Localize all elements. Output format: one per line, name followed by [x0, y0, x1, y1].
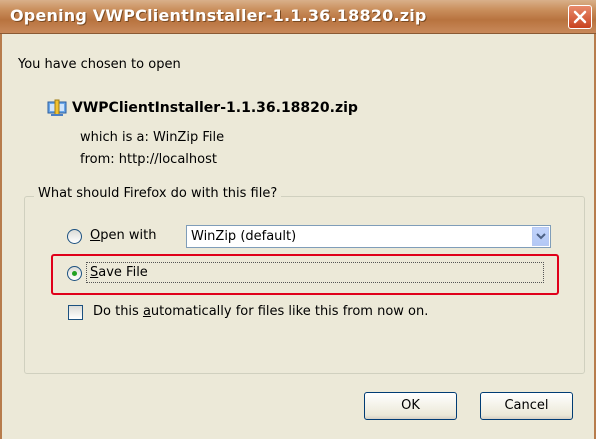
- source-url: http://localhost: [118, 152, 217, 167]
- auto-action-checkbox[interactable]: [68, 305, 83, 320]
- open-with-label[interactable]: Open with: [90, 228, 156, 243]
- intro-text: You have chosen to open: [18, 57, 181, 72]
- zip-file-icon: [47, 99, 67, 117]
- application-select-value: WinZip (default): [191, 229, 297, 244]
- from-label: from:: [80, 152, 115, 167]
- file-type-line: which is a: WinZip File: [80, 130, 224, 145]
- auto-action-label[interactable]: Do this automatically for files like thi…: [93, 304, 428, 319]
- source-line: from: http://localhost: [80, 152, 217, 167]
- open-with-radio[interactable]: [67, 229, 82, 244]
- dropdown-arrow-button[interactable]: [532, 227, 549, 246]
- window-frame-left: [0, 34, 2, 439]
- close-button[interactable]: [568, 5, 592, 29]
- application-select[interactable]: WinZip (default): [186, 225, 551, 248]
- action-group-legend: What should Firefox do with this file?: [34, 186, 282, 201]
- chevron-down-icon: [536, 233, 546, 240]
- file-name: VWPClientInstaller-1.1.36.18820.zip: [72, 100, 358, 116]
- which-is-label: which is a:: [80, 130, 149, 145]
- title-bar: Opening VWPClientInstaller-1.1.36.18820.…: [0, 0, 596, 34]
- dialog-title: Opening VWPClientInstaller-1.1.36.18820.…: [10, 6, 427, 25]
- annotation-highlight-box: [51, 254, 559, 295]
- close-icon: [573, 10, 587, 24]
- file-type-value: WinZip File: [153, 130, 225, 145]
- ok-button[interactable]: OK: [364, 392, 457, 420]
- cancel-button[interactable]: Cancel: [480, 392, 573, 420]
- file-row: VWPClientInstaller-1.1.36.18820.zip: [47, 99, 358, 117]
